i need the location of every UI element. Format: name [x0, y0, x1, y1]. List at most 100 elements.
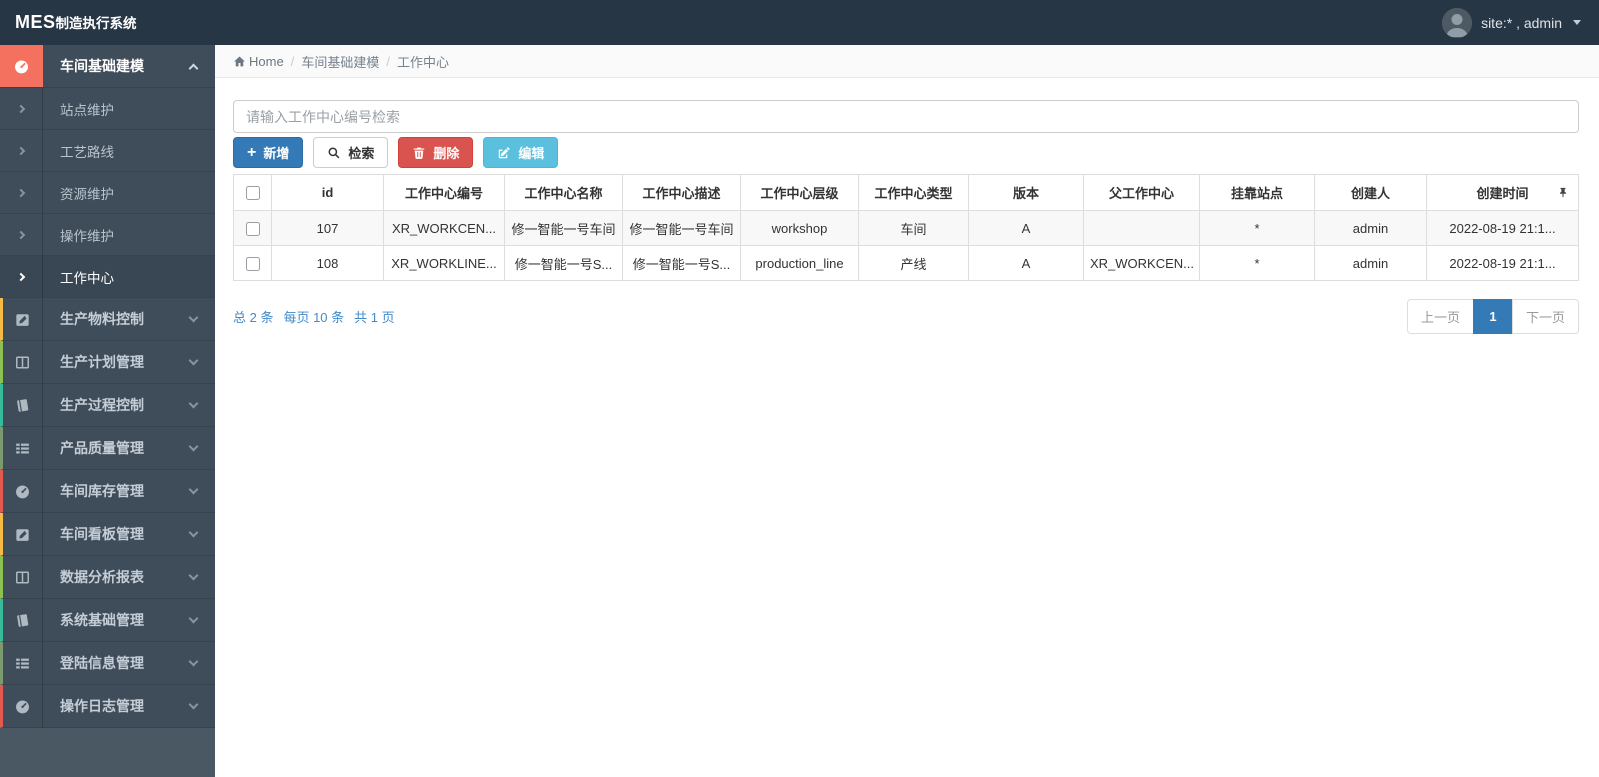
sidebar: 车间基础建模 站点维护 工艺路线 资源维护 操作维护 工作中心 生产物料控制 生… — [0, 45, 215, 777]
pager: 上一页 1 下一页 — [1406, 299, 1579, 334]
header-attached-station: 挂靠站点 — [1199, 174, 1315, 211]
trash-icon — [414, 147, 425, 159]
home-icon — [234, 55, 245, 66]
prev-page-button[interactable]: 上一页 — [1406, 299, 1474, 334]
cell-desc: 修一智能一号S... — [622, 245, 741, 281]
dashboard-icon — [3, 470, 43, 512]
sidebar-group-operation-log-management[interactable]: 操作日志管理 — [0, 685, 215, 728]
top-navbar: MES 制造执行系统 site:* , admin — [0, 0, 1599, 45]
header-work-center-code: 工作中心编号 — [383, 174, 505, 211]
chevron-down-icon — [188, 527, 199, 537]
header-id: id — [271, 174, 384, 211]
cell-type: 车间 — [858, 210, 969, 246]
cell-version: A — [968, 245, 1084, 281]
sidebar-group-label: 车间库存管理 — [60, 483, 144, 499]
cell-name: 修一智能一号S... — [504, 245, 623, 281]
pin-icon[interactable] — [1557, 186, 1569, 199]
sidebar-item-resource-maintenance[interactable]: 资源维护 — [0, 172, 215, 214]
search-input[interactable] — [233, 100, 1579, 133]
breadcrumb-section[interactable]: 车间基础建模 — [301, 52, 379, 71]
dashboard-icon — [0, 45, 43, 87]
sidebar-group-production-process-control[interactable]: 生产过程控制 — [0, 384, 215, 427]
cell-select — [233, 245, 272, 281]
sidebar-item-work-center[interactable]: 工作中心 — [0, 256, 215, 298]
sidebar-group-data-analysis-reports[interactable]: 数据分析报表 — [0, 556, 215, 599]
chevron-down-icon — [188, 441, 199, 451]
app-logo-mes: MES — [15, 12, 56, 32]
sidebar-group-workshop-basic-modeling[interactable]: 车间基础建模 — [0, 45, 215, 88]
chevron-right-icon — [0, 172, 43, 213]
cell-desc: 修一智能一号车间 — [622, 210, 741, 246]
columns-icon — [3, 341, 43, 383]
sidebar-group-label: 生产过程控制 — [60, 397, 144, 413]
sidebar-group-label: 数据分析报表 — [60, 569, 144, 585]
list-icon — [3, 642, 43, 684]
select-all-checkbox[interactable] — [245, 186, 260, 201]
search-button[interactable]: 检索 — [313, 137, 389, 168]
cell-level: production_line — [740, 245, 859, 281]
breadcrumb-separator: / — [290, 53, 295, 69]
sidebar-group-production-material-control[interactable]: 生产物料控制 — [0, 298, 215, 341]
delete-button[interactable]: 删除 — [398, 137, 474, 168]
breadcrumb-home[interactable]: Home — [233, 54, 284, 69]
header-work-center-level: 工作中心层级 — [740, 174, 859, 211]
header-work-center-desc: 工作中心描述 — [622, 174, 741, 211]
edit-icon — [499, 146, 510, 158]
app-logo[interactable]: MES 制造执行系统 — [0, 12, 137, 33]
row-checkbox[interactable] — [245, 256, 260, 271]
table-header-row: id 工作中心编号 工作中心名称 工作中心描述 工作中心层级 工作中心类型 版本… — [233, 174, 1579, 211]
main-content: Home / 车间基础建模 / 工作中心 + 新增 检索 删除 — [215, 45, 1599, 777]
chevron-down-icon — [188, 570, 199, 580]
header-work-center-type: 工作中心类型 — [858, 174, 969, 211]
page-1-button[interactable]: 1 — [1472, 299, 1513, 334]
chevron-down-icon — [188, 699, 199, 709]
sidebar-item-operation-maintenance[interactable]: 操作维护 — [0, 214, 215, 256]
sidebar-group-label: 登陆信息管理 — [60, 655, 144, 671]
cell-created: 2022-08-19 21:1... — [1426, 210, 1579, 246]
sidebar-group-product-quality-management[interactable]: 产品质量管理 — [0, 427, 215, 470]
breadcrumb-current: 工作中心 — [396, 54, 449, 70]
sidebar-item-label: 工作中心 — [60, 270, 114, 286]
table-row: 107 XR_WORKCEN... 修一智能一号车间 修一智能一号车间 work… — [233, 210, 1579, 246]
cell-parent — [1083, 210, 1200, 246]
sidebar-item-site-maintenance[interactable]: 站点维护 — [0, 88, 215, 130]
header-creator: 创建人 — [1314, 174, 1427, 211]
sidebar-group-system-basic-management[interactable]: 系统基础管理 — [0, 599, 215, 642]
header-created-time: 创建时间 — [1426, 174, 1579, 211]
cell-name: 修一智能一号车间 — [504, 210, 623, 246]
cell-creator: admin — [1314, 210, 1427, 246]
row-checkbox[interactable] — [245, 221, 260, 236]
chevron-down-icon — [188, 484, 199, 494]
add-button[interactable]: + 新增 — [233, 137, 304, 168]
user-menu[interactable]: site:* , admin — [1442, 7, 1599, 38]
app-logo-suffix: 制造执行系统 — [55, 16, 137, 31]
pagination-bar: 总 2 条 每页 10 条 共 1 页 上一页 1 下一页 — [233, 299, 1579, 334]
sidebar-group-workshop-inventory-management[interactable]: 车间库存管理 — [0, 470, 215, 513]
book-icon — [3, 599, 43, 641]
sidebar-group-workshop-kanban-management[interactable]: 车间看板管理 — [0, 513, 215, 556]
pagination-summary: 总 2 条 每页 10 条 共 1 页 — [233, 307, 395, 326]
book-icon — [3, 384, 43, 426]
chevron-down-icon — [188, 312, 199, 322]
header-select-all — [233, 174, 272, 211]
cell-select — [233, 210, 272, 246]
breadcrumb: Home / 车间基础建模 / 工作中心 — [215, 45, 1599, 78]
chevron-right-icon — [0, 130, 43, 171]
dashboard-icon — [3, 685, 43, 727]
sidebar-group-production-plan-management[interactable]: 生产计划管理 — [0, 341, 215, 384]
cell-type: 产线 — [858, 245, 969, 281]
search-icon — [328, 147, 340, 158]
sidebar-group-label: 生产计划管理 — [60, 354, 144, 370]
edit-icon — [3, 513, 43, 555]
caret-down-icon — [1573, 20, 1581, 25]
page-count: 共 1 页 — [354, 310, 395, 325]
columns-icon — [3, 556, 43, 598]
sidebar-item-label: 站点维护 — [60, 102, 114, 118]
sidebar-group-login-info-management[interactable]: 登陆信息管理 — [0, 642, 215, 685]
sidebar-item-process-route[interactable]: 工艺路线 — [0, 130, 215, 172]
edit-button[interactable]: 编辑 — [483, 137, 559, 168]
sidebar-group-label: 系统基础管理 — [60, 612, 144, 628]
chevron-right-icon — [0, 214, 43, 255]
cell-parent: XR_WORKCEN... — [1083, 245, 1200, 281]
next-page-button[interactable]: 下一页 — [1511, 299, 1579, 334]
